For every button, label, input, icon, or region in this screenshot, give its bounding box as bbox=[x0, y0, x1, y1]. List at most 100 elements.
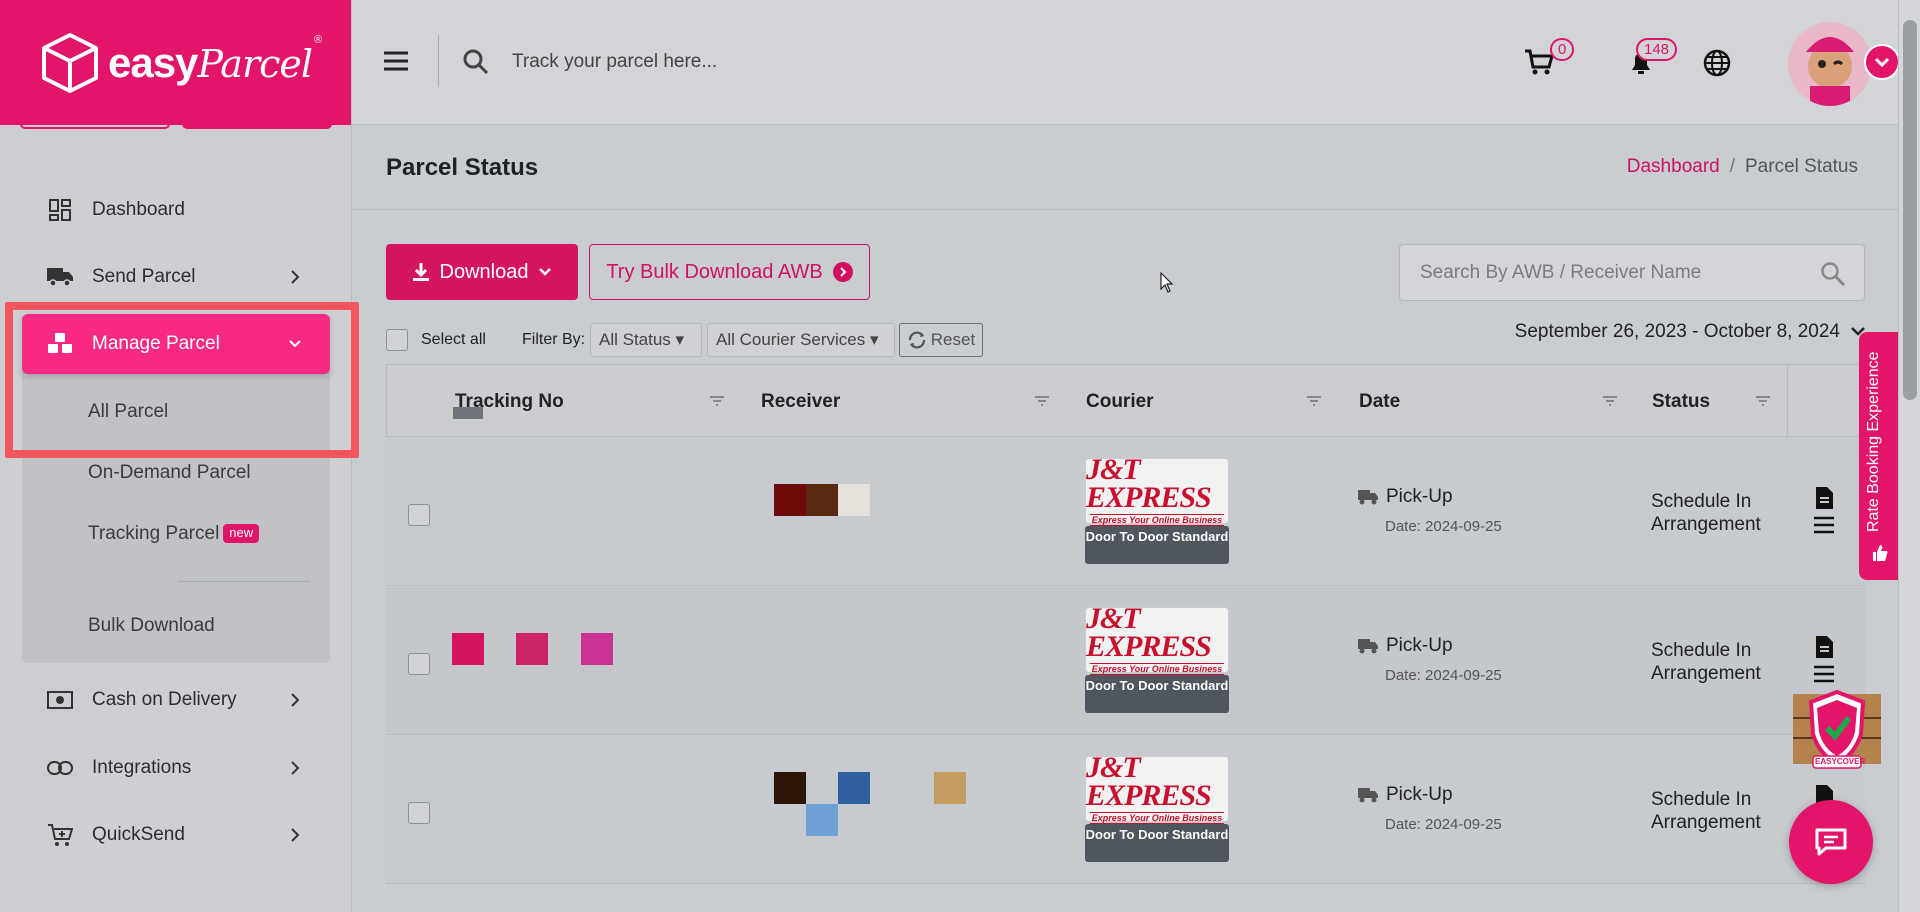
profile-dropdown-button[interactable] bbox=[1864, 44, 1900, 80]
table-row[interactable]: J&T EXPRESS Express Your Online Business… bbox=[386, 736, 1866, 884]
registered-mark: ® bbox=[314, 34, 323, 46]
row-checkbox[interactable] bbox=[408, 504, 430, 526]
sidebar: easyParcel ® Dashboard Send Parcel All P… bbox=[0, 0, 352, 912]
row-checkbox[interactable] bbox=[408, 653, 430, 675]
menu-icon[interactable] bbox=[1813, 516, 1835, 534]
refresh-icon bbox=[908, 331, 925, 349]
mascot-avatar-icon bbox=[1806, 37, 1854, 106]
row-checkbox[interactable] bbox=[408, 802, 430, 824]
sidebar-item-label: Cash on Delivery bbox=[92, 689, 237, 710]
chevron-down-icon bbox=[1874, 57, 1890, 68]
bulk-download-label: Try Bulk Download AWB bbox=[606, 260, 823, 283]
arrow-right-circle-icon bbox=[832, 262, 853, 282]
service-badge: Door To Door Standard bbox=[1085, 824, 1229, 862]
sort-icon[interactable] bbox=[1755, 395, 1771, 407]
download-icon bbox=[412, 263, 429, 281]
sidebar-item-manage-parcel[interactable]: Manage Parcel bbox=[22, 314, 330, 374]
rate-booking-tab[interactable]: Rate Booking Experience bbox=[1859, 332, 1901, 580]
redacted-block bbox=[806, 804, 838, 836]
sidebar-item-label: Dashboard bbox=[92, 199, 185, 220]
breadcrumb-separator: / bbox=[1729, 156, 1735, 177]
hamburger-menu-icon[interactable] bbox=[382, 50, 410, 72]
chat-button[interactable] bbox=[1789, 800, 1873, 884]
sort-icon[interactable] bbox=[709, 395, 725, 407]
download-button[interactable]: Download bbox=[386, 244, 578, 300]
redacted-block bbox=[453, 407, 483, 419]
redacted-block bbox=[838, 484, 870, 516]
manage-parcel-submenu: All Parcel On-Demand Parcel Tracking Par… bbox=[22, 370, 330, 663]
courier-tagline: Express Your Online Business bbox=[1089, 514, 1225, 526]
redacted-block bbox=[452, 633, 484, 665]
courier-name: J&T EXPRESS bbox=[1086, 453, 1212, 514]
sidebar-item-cash-on-delivery[interactable]: Cash on Delivery bbox=[22, 672, 330, 728]
top-bar: 0 148 bbox=[352, 0, 1920, 125]
cart-button[interactable]: 0 bbox=[1524, 38, 1575, 81]
sidebar-outline-button[interactable] bbox=[20, 116, 170, 129]
bulk-download-awb-button[interactable]: Try Bulk Download AWB bbox=[589, 244, 870, 300]
submenu-item-all-parcel[interactable]: All Parcel bbox=[88, 401, 168, 423]
pickup-date: Date: 2024-09-25 bbox=[1385, 518, 1502, 535]
submenu-item-on-demand-parcel[interactable]: On-Demand Parcel bbox=[88, 462, 251, 484]
sidebar-item-label: Integrations bbox=[92, 757, 192, 778]
submenu-item-bulk-download[interactable]: Bulk Download bbox=[88, 615, 215, 637]
sidebar-top-buttons bbox=[20, 116, 332, 129]
courier-name: J&T EXPRESS bbox=[1086, 602, 1212, 663]
sidebar-item-integrations[interactable]: Integrations bbox=[22, 740, 330, 796]
table-row[interactable]: J&T EXPRESS Express Your Online Business… bbox=[386, 438, 1866, 586]
sidebar-item-dashboard[interactable]: Dashboard bbox=[22, 182, 330, 238]
status-text: Schedule In Arrangement bbox=[1651, 491, 1761, 535]
sort-icon[interactable] bbox=[1034, 395, 1050, 407]
column-header-receiver[interactable]: Receiver bbox=[761, 391, 840, 413]
sidebar-item-quicksend[interactable]: QuickSend bbox=[22, 807, 330, 863]
table-row[interactable]: J&T EXPRESS Express Your Online Business… bbox=[386, 587, 1866, 735]
box-logo-icon bbox=[42, 32, 98, 93]
filter-by-label: Filter By: bbox=[522, 331, 586, 348]
status-filter-select[interactable]: All Status ▾ bbox=[590, 323, 702, 357]
document-icon[interactable] bbox=[1814, 486, 1834, 510]
avatar[interactable] bbox=[1788, 22, 1872, 106]
column-header-status[interactable]: Status bbox=[1652, 391, 1710, 413]
courier-filter-select[interactable]: All Courier Services ▾ bbox=[707, 323, 895, 357]
submenu-item-tracking-parcel[interactable]: Tracking Parcel new bbox=[88, 523, 260, 545]
truck-icon bbox=[1358, 490, 1378, 505]
truck-icon bbox=[1358, 788, 1378, 803]
breadcrumb-current: Parcel Status bbox=[1745, 156, 1858, 177]
sort-icon[interactable] bbox=[1602, 395, 1618, 407]
redacted-block bbox=[806, 484, 838, 516]
date-range-picker[interactable]: September 26, 2023 - October 8, 2024 bbox=[1515, 321, 1866, 343]
document-icon[interactable] bbox=[1814, 635, 1834, 659]
pickup-event: Pick-Up bbox=[1358, 486, 1453, 508]
courier-tagline: Express Your Online Business bbox=[1089, 812, 1225, 824]
courier-logo: J&T EXPRESS Express Your Online Business bbox=[1085, 753, 1229, 824]
chevron-down-icon bbox=[289, 340, 301, 348]
sort-icon[interactable] bbox=[1306, 395, 1322, 407]
brand-logo[interactable]: easyParcel ® bbox=[0, 0, 351, 125]
sidebar-filled-button[interactable] bbox=[182, 116, 332, 129]
awb-search-box bbox=[1399, 244, 1865, 301]
cart-plus-icon bbox=[46, 821, 74, 849]
menu-icon[interactable] bbox=[1813, 665, 1835, 683]
reset-button[interactable]: Reset bbox=[899, 323, 983, 357]
select-all-checkbox[interactable] bbox=[386, 329, 408, 351]
parcel-table: Tracking No Receiver Courier Date Status… bbox=[386, 364, 1866, 912]
globe-language-icon[interactable] bbox=[1702, 48, 1732, 78]
column-header-date[interactable]: Date bbox=[1359, 391, 1400, 413]
sidebar-item-send-parcel[interactable]: Send Parcel bbox=[22, 249, 330, 305]
breadcrumb-dashboard-link[interactable]: Dashboard bbox=[1627, 156, 1720, 177]
track-parcel-input[interactable] bbox=[512, 44, 1012, 80]
courier-tagline: Express Your Online Business bbox=[1089, 663, 1225, 675]
chevron-right-icon bbox=[291, 828, 300, 842]
awb-search-input[interactable] bbox=[1420, 259, 1800, 287]
cart-count-badge: 0 bbox=[1550, 38, 1575, 61]
easycover-badge[interactable]: EASYCOVER bbox=[1789, 688, 1885, 772]
search-icon[interactable] bbox=[1820, 261, 1846, 287]
scrollbar-thumb[interactable] bbox=[1903, 20, 1917, 400]
notifications-button[interactable]: 148 bbox=[1628, 38, 1678, 81]
page-scrollbar[interactable] bbox=[1898, 0, 1920, 912]
pickup-event: Pick-Up bbox=[1358, 784, 1453, 806]
column-header-courier[interactable]: Courier bbox=[1086, 391, 1154, 413]
date-range-label: September 26, 2023 - October 8, 2024 bbox=[1514, 321, 1840, 342]
status-text: Schedule In Arrangement bbox=[1651, 640, 1761, 684]
courier-logo: J&T EXPRESS Express Your Online Business bbox=[1085, 453, 1229, 526]
cash-icon bbox=[46, 686, 74, 714]
